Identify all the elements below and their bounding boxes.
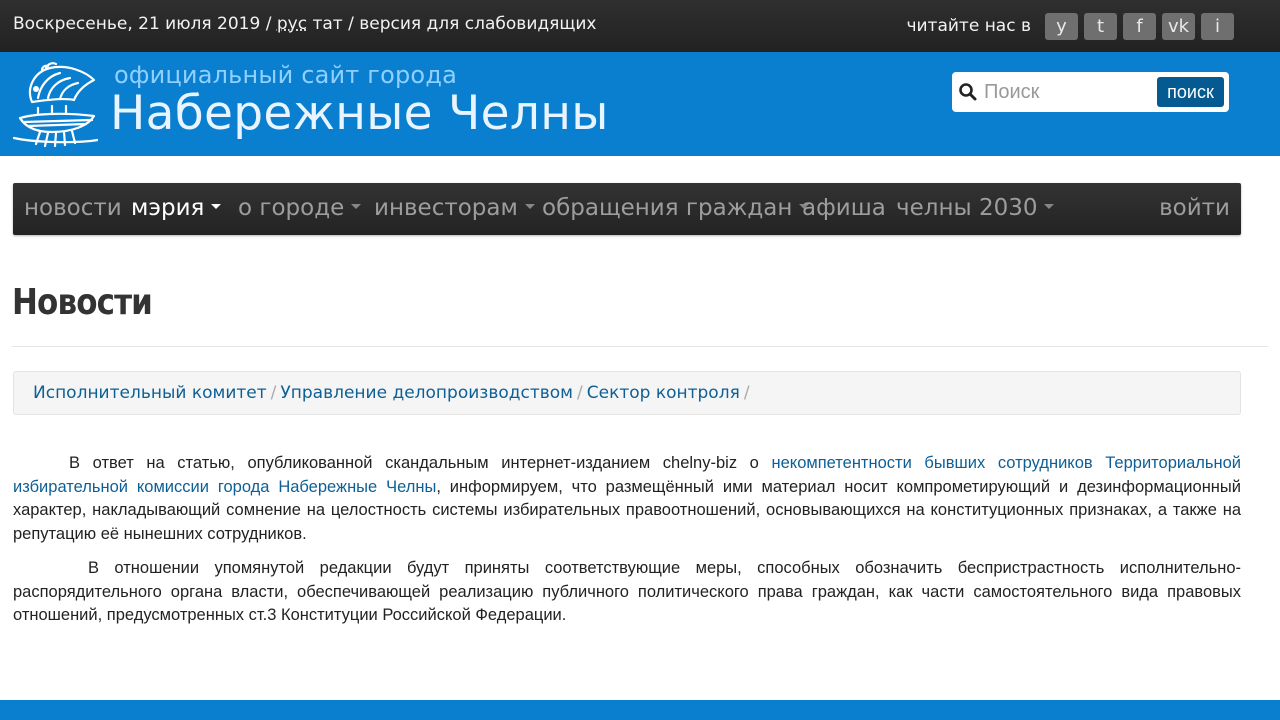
nav-item-chelny-2030[interactable]: челны 2030: [896, 195, 1055, 221]
breadcrumb-item-control-sector[interactable]: Сектор контроля: [587, 383, 740, 403]
page-title: Новости: [12, 282, 153, 323]
nav-item-investors[interactable]: инвесторам: [374, 195, 535, 221]
login-link[interactable]: войти: [1159, 195, 1230, 221]
search-icon: [959, 83, 977, 101]
search-form: поиск: [952, 72, 1229, 112]
facebook-icon[interactable]: f: [1123, 12, 1156, 40]
city-logo-icon[interactable]: [12, 58, 98, 152]
nav-item-mayoralty[interactable]: мэрия: [131, 195, 222, 221]
site-subtitle: официальный сайт города: [114, 61, 458, 89]
site-title[interactable]: Набережные Челны: [110, 86, 609, 141]
youtube-icon[interactable]: y: [1045, 12, 1078, 40]
chevron-down-icon: [211, 204, 222, 209]
current-date: Воскресенье, 21 июля 2019: [13, 14, 261, 34]
article-body: В ответ на статью, опубликованной сканда…: [13, 452, 1241, 639]
footer: [0, 700, 1280, 720]
chevron-down-icon: [524, 204, 535, 209]
breadcrumb: Исполнительный комитет / Управление делопр…: [13, 371, 1241, 415]
breadcrumb-separator: /: [743, 383, 750, 403]
twitter-icon[interactable]: t: [1084, 12, 1117, 40]
social-links: читайте нас в y t f vk i: [906, 12, 1234, 40]
breadcrumb-item-records-management[interactable]: Управление делопроизводством: [280, 383, 573, 403]
search-button[interactable]: поиск: [1157, 77, 1224, 107]
breadcrumb-item-executive-committee[interactable]: Исполнительный комитет: [33, 383, 267, 403]
lang-tat-link[interactable]: тат: [307, 14, 342, 34]
nav-item-citizen-appeals[interactable]: обращения граждан: [542, 195, 810, 221]
search-input[interactable]: [984, 76, 1144, 108]
site-header: официальный сайт города Набережные Челны…: [0, 52, 1280, 156]
top-bar-left: Воскресенье, 21 июля 2019 / рус тат / ве…: [13, 14, 597, 34]
nav-item-about-city[interactable]: о городе: [238, 195, 362, 221]
lang-rus-link[interactable]: рус: [277, 14, 307, 34]
chevron-down-icon: [1044, 204, 1055, 209]
nav-item-events[interactable]: афиша: [802, 195, 886, 221]
instagram-icon[interactable]: i: [1201, 12, 1234, 40]
low-vision-link[interactable]: версия для слабовидящих: [359, 14, 596, 34]
article-paragraph: В отношении упомянутой редакции будут пр…: [13, 559, 1241, 624]
nav-item-news[interactable]: новости: [24, 195, 122, 221]
top-bar: Воскресенье, 21 июля 2019 / рус тат / ве…: [0, 0, 1280, 52]
breadcrumb-separator: /: [270, 383, 277, 403]
divider: [12, 346, 1268, 347]
chevron-down-icon: [351, 204, 362, 209]
breadcrumb-items: Исполнительный комитет / Управление делопр…: [33, 383, 754, 403]
vk-icon[interactable]: vk: [1162, 12, 1195, 40]
read-us-label: читайте нас в: [906, 16, 1031, 36]
main-nav: новости мэрия о городе инвесторам обраще…: [13, 183, 1241, 235]
breadcrumb-separator: /: [577, 383, 583, 403]
article-paragraph: В ответ на статью, опубликованной сканда…: [13, 454, 1242, 543]
